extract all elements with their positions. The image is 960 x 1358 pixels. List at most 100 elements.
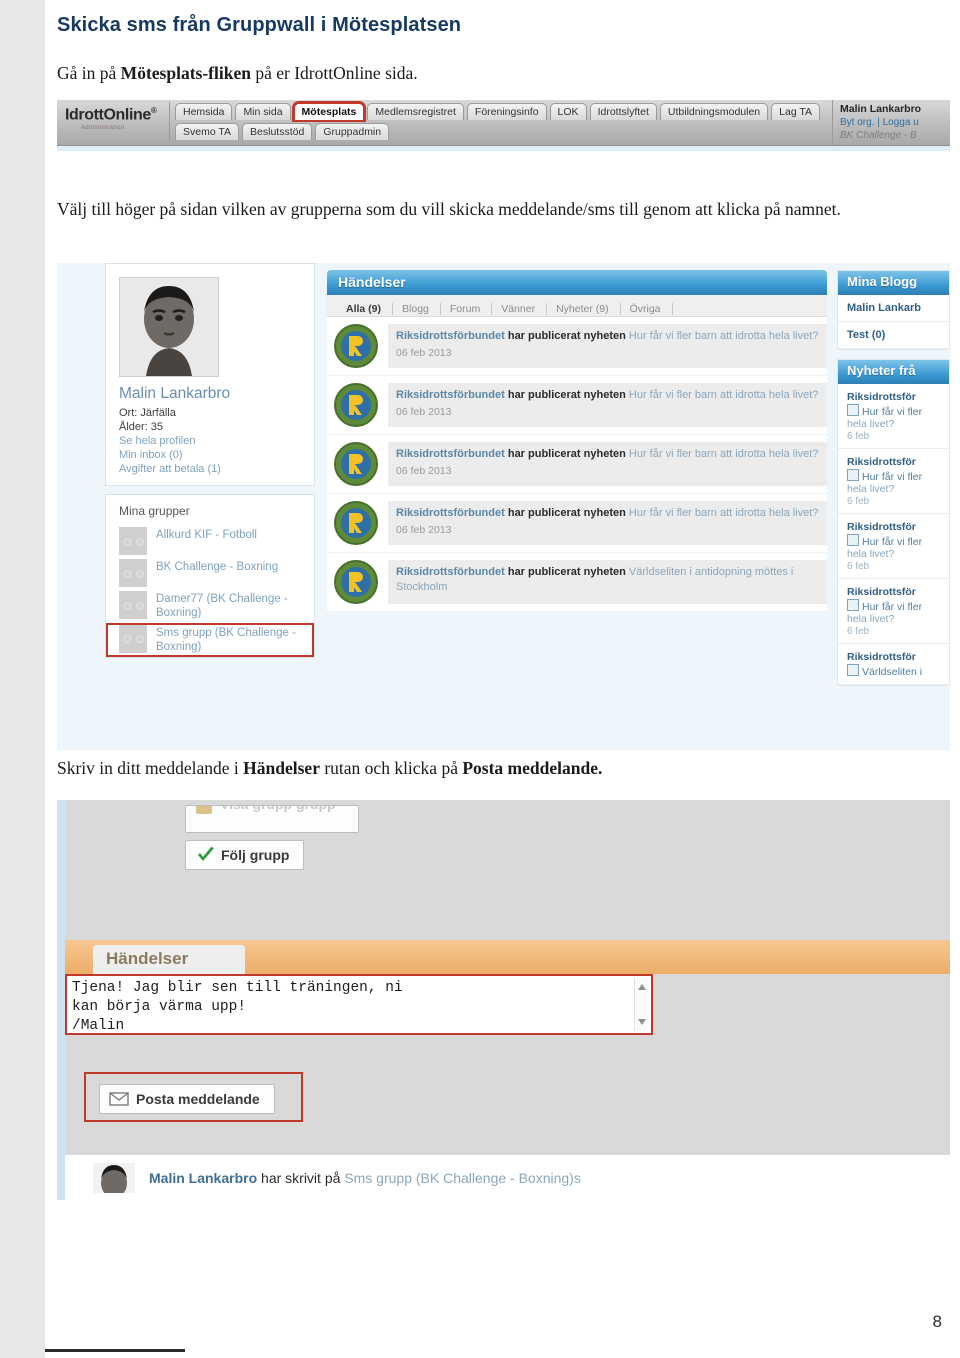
group-item-sms-grupp[interactable]: ☺☺ Sms grupp (BK Challenge - Boxning) <box>106 623 314 657</box>
nyheter-title-line2: hela livet? <box>847 418 895 430</box>
group-item-bk-challenge[interactable]: ☺☺ BK Challenge - Boxning <box>106 557 314 589</box>
scroll-up-icon[interactable] <box>638 984 646 990</box>
profile-link-min-inbox[interactable]: Min inbox (0) <box>106 448 314 462</box>
screenshot-motesplats: Malin Lankarbro Ort: Järfälla Ålder: 35 … <box>57 263 950 750</box>
nyheter-item[interactable]: Riksidrottsför Världseliten i <box>838 644 949 685</box>
posted-feed-object[interactable]: Sms grupp (BK Challenge - Boxning)s <box>344 1170 581 1186</box>
group-item-damer77[interactable]: ☺☺ Damer77 (BK Challenge - Boxning) <box>106 589 314 623</box>
nav-tab-lag-ta[interactable]: Lag TA <box>771 103 821 120</box>
feed-item[interactable]: Riksidrottsförbundet har publicerat nyhe… <box>327 494 827 553</box>
partial-button-above[interactable]: Visa grupp grupp <box>185 805 359 833</box>
feed-tab-nyheter[interactable]: Nyheter (9) <box>547 303 621 315</box>
nyheter-item[interactable]: Riksidrottsför Hur får vi fler hela live… <box>838 384 949 449</box>
avatar <box>93 1163 135 1193</box>
nyheter-date: 6 feb <box>847 561 870 572</box>
feed-tab-blogg[interactable]: Blogg <box>393 303 441 315</box>
nav-tab-svemo-ta[interactable]: Svemo TA <box>175 123 240 140</box>
blogg-row-test[interactable]: Test (0) <box>838 322 949 349</box>
feed-item[interactable]: Riksidrottsförbundet har publicerat nyhe… <box>327 317 827 376</box>
handelser-panel: Händelser Alla (9) Blogg Forum Vänner Nyhete… <box>327 270 827 612</box>
nyheter-title-line1[interactable]: Hur får vi fler <box>847 469 949 483</box>
document-icon <box>847 469 859 481</box>
nyheter-title-line2: hela livet? <box>847 613 895 625</box>
logo-text: IdrottOnline® <box>65 106 157 124</box>
nav-tab-idrottslyftet[interactable]: Idrottslyftet <box>589 103 657 120</box>
profile-name[interactable]: Malin Lankarbro <box>106 377 314 406</box>
nav-tab-gruppadmin[interactable]: Gruppadmin <box>315 123 390 140</box>
feed-list: Riksidrottsförbundet har publicerat nyhe… <box>327 317 827 612</box>
nyheter-date: 6 feb <box>847 431 870 442</box>
feed-item-body: Riksidrottsförbundet har publicerat nyhe… <box>388 560 827 604</box>
feed-tab-vanner[interactable]: Vänner <box>492 303 548 315</box>
instruction-paragraph-2: Välj till höger på sidan vilken av grupp… <box>57 199 841 219</box>
feed-tab-forum[interactable]: Forum <box>441 303 493 315</box>
nyheter-title-line1[interactable]: Världseliten i <box>847 664 949 678</box>
page-gutter-left <box>0 0 45 1358</box>
nav-tab-utbildningsmodulen[interactable]: Utbildningsmodulen <box>659 103 769 120</box>
profile-ort: Ort: Järfälla <box>119 407 176 419</box>
group-item-allkurd[interactable]: ☺☺ Allkurd KIF - Fotboll <box>106 525 314 557</box>
blogg-row-malin[interactable]: Malin Lankarb <box>838 295 949 322</box>
nav-tab-foreningsinfo[interactable]: Föreningsinfo <box>466 103 547 120</box>
feed-verb: har publicerat nyheten <box>507 566 626 578</box>
nav-tab-min-sida[interactable]: Min sida <box>235 103 291 120</box>
nyheter-title-line1[interactable]: Hur får vi fler <box>847 534 949 548</box>
para3-mid: rutan och klicka på <box>319 758 463 778</box>
feed-item[interactable]: Riksidrottsförbundet har publicerat nyhe… <box>327 553 827 612</box>
feed-actor[interactable]: Riksidrottsförbundet <box>396 448 505 460</box>
feed-tab-alla[interactable]: Alla (9) <box>337 303 394 315</box>
message-textarea-value: Tjena! Jag blir sen till träningen, ni k… <box>72 980 403 1035</box>
post-message-button[interactable]: Posta meddelande <box>99 1084 275 1114</box>
nyheter-title: Nyheter frå <box>847 363 916 378</box>
feed-object[interactable]: Hur får vi fler barn att idrotta hela li… <box>629 330 819 342</box>
nyheter-item[interactable]: Riksidrottsför Hur får vi fler hela live… <box>838 579 949 644</box>
posted-feed-item[interactable]: Malin Lankarbro har skrivit på Sms grupp… <box>65 1158 950 1193</box>
feed-actor[interactable]: Riksidrottsförbundet <box>396 566 505 578</box>
document-icon <box>847 404 859 416</box>
nav-tab-medlemsregistret[interactable]: Medlemsregistret <box>367 103 464 120</box>
admin-tabs-row-2: Svemo TA Beslutsstöd Gruppadmin <box>175 123 392 141</box>
profile-card-spacer <box>106 476 314 485</box>
page-number: 8 <box>932 1312 942 1331</box>
nyheter-title-line1[interactable]: Hur får vi fler <box>847 404 949 418</box>
feed-actor[interactable]: Riksidrottsförbundet <box>396 389 505 401</box>
nav-tab-lok[interactable]: LOK <box>549 103 587 120</box>
feed-object[interactable]: Hur får vi fler barn att idrotta hela li… <box>629 389 819 401</box>
admin-user-links[interactable]: Byt org. | Logga u <box>840 115 950 128</box>
nav-tab-beslutsstod[interactable]: Beslutsstöd <box>242 123 313 140</box>
handelser-panel-header: Händelser <box>327 270 827 295</box>
scroll-down-icon[interactable] <box>638 1019 646 1025</box>
feed-actor[interactable]: Riksidrottsförbundet <box>396 330 505 342</box>
motesplats-left-column: Malin Lankarbro Ort: Järfälla Ålder: 35 … <box>105 263 315 666</box>
admin-bar: IdrottOnline® Administration Hemsida Min … <box>57 100 950 146</box>
nyheter-header: Nyheter frå <box>838 360 949 384</box>
feed-item[interactable]: Riksidrottsförbundet har publicerat nyhe… <box>327 435 827 494</box>
riksidrottsforbundet-logo-icon <box>334 324 378 368</box>
feed-object[interactable]: Hur får vi fler barn att idrotta hela li… <box>629 448 819 460</box>
feed-actor[interactable]: Riksidrottsförbundet <box>396 507 505 519</box>
nyheter-title-line1[interactable]: Hur får vi fler <box>847 599 949 613</box>
feed-verb: har publicerat nyheten <box>507 389 626 401</box>
para3-pre: Skriv in ditt meddelande i <box>57 758 244 778</box>
follow-group-button[interactable]: Följ grupp <box>185 840 305 870</box>
nyheter-item[interactable]: Riksidrottsför Hur får vi fler hela live… <box>838 449 949 514</box>
nyheter-item[interactable]: Riksidrottsför Hur får vi fler hela live… <box>838 514 949 579</box>
feed-tab-ovriga[interactable]: Övriga <box>621 303 673 315</box>
feed-item-body: Riksidrottsförbundet har publicerat nyhe… <box>388 324 827 368</box>
group-thumbnail-icon: ☺☺ <box>119 624 147 653</box>
profile-link-se-hela-profilen[interactable]: Se hela profilen <box>106 434 314 448</box>
profile-link-avgifter[interactable]: Avgifter att betala (1) <box>106 462 314 476</box>
admin-user-org: BK Challenge - B <box>840 130 917 141</box>
nav-tab-motesplats[interactable]: Mötesplats <box>293 103 365 120</box>
posted-feed-actor[interactable]: Malin Lankarbro <box>149 1170 257 1186</box>
nyheter-title-line2: hela livet? <box>847 548 895 560</box>
post-message-label: Posta meddelande <box>136 1091 260 1107</box>
feed-item[interactable]: Riksidrottsförbundet har publicerat nyhe… <box>327 376 827 435</box>
para3-bold-posta: Posta meddelande. <box>462 758 603 778</box>
composer-tab-handelser[interactable]: Händelser <box>93 945 245 974</box>
screenshot-admin-nav: IdrottOnline® Administration Hemsida Min … <box>57 100 950 158</box>
feed-object[interactable]: Hur får vi fler barn att idrotta hela li… <box>629 507 819 519</box>
textarea-scrollbar[interactable] <box>634 978 649 1031</box>
message-textarea[interactable]: Tjena! Jag blir sen till träningen, ni k… <box>65 974 653 1035</box>
nav-tab-hemsida[interactable]: Hemsida <box>175 103 233 120</box>
